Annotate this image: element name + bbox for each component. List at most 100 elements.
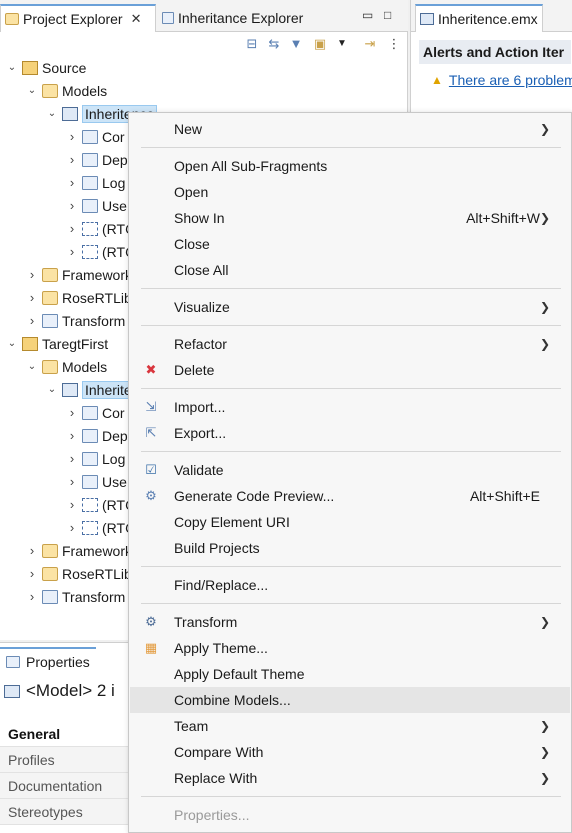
tab-project-explorer[interactable]: Project Explorer ✕ — [0, 4, 156, 32]
tree-item[interactable]: ⌄ TaregtFirst — [6, 332, 108, 355]
menu-item-generate-code-preview[interactable]: ⚙ Generate Code Preview... Alt+Shift+E — [130, 483, 570, 509]
submenu-arrow-icon: ❯ — [539, 300, 550, 314]
tree-item[interactable]: › Log — [66, 171, 126, 194]
chevron-down-icon[interactable]: ⌄ — [46, 108, 58, 119]
submenu-arrow-icon: ❯ — [539, 771, 550, 785]
menu-item-label: Close All — [174, 262, 229, 278]
alert-item: ▲ There are 6 problem — [431, 72, 572, 88]
menu-item-find-replace[interactable]: Find/Replace... — [130, 572, 570, 598]
problems-link[interactable]: There are 6 problem — [449, 72, 572, 88]
menu-item-apply-default-theme[interactable]: Apply Default Theme — [130, 661, 570, 687]
chevron-right-icon[interactable]: › — [26, 543, 38, 558]
tree-item[interactable]: ⌄ Source — [6, 56, 87, 79]
tree-item[interactable]: › Log — [66, 447, 126, 470]
menu-item-compare-with[interactable]: Compare With ❯ — [130, 739, 570, 765]
menu-separator — [141, 147, 561, 148]
tree-item[interactable]: › Dep — [66, 148, 128, 171]
menu-item-combine-models[interactable]: Combine Models... — [130, 687, 570, 713]
chevron-right-icon[interactable]: › — [66, 474, 78, 489]
tree-item[interactable]: › RoseRTLib — [26, 286, 132, 309]
menu-item-validate[interactable]: ☑ Validate — [130, 457, 570, 483]
props-tab-general[interactable]: General — [0, 721, 130, 747]
menu-item-export[interactable]: ⇱ Export... — [130, 420, 570, 446]
tab-inheritance-explorer[interactable]: Inheritance Explorer — [158, 4, 307, 32]
props-tab-profiles[interactable]: Profiles — [0, 747, 130, 773]
tree-item[interactable]: › (RTC — [66, 217, 135, 240]
menu-separator — [141, 566, 561, 567]
maximize-icon[interactable]: □ — [384, 8, 391, 22]
menu-item-import[interactable]: ⇲ Import... — [130, 394, 570, 420]
menu-item-copy-element-uri[interactable]: Copy Element URI — [130, 509, 570, 535]
menu-item-open[interactable]: Open — [130, 179, 570, 205]
menu-item-replace-with[interactable]: Replace With ❯ — [130, 765, 570, 791]
tree-item-label: TaregtFirst — [42, 335, 109, 352]
tree-item[interactable]: ⌄ Models — [26, 355, 107, 378]
menu-item-team[interactable]: Team ❯ — [130, 713, 570, 739]
more-icon[interactable]: ⋮ — [386, 36, 402, 52]
menu-item-show-in[interactable]: Show In Alt+Shift+W ❯ — [130, 205, 570, 231]
props-tab-stereotypes[interactable]: Stereotypes — [0, 799, 130, 825]
package-icon — [82, 405, 98, 420]
chevron-down-icon[interactable]: ⌄ — [26, 85, 38, 96]
tab-properties[interactable]: Properties — [0, 647, 96, 675]
tree-item[interactable]: › Transform — [26, 585, 125, 608]
tree-item[interactable]: › Transform — [26, 309, 125, 332]
chevron-right-icon[interactable]: › — [26, 566, 38, 581]
link-editor-icon[interactable]: ⇆ — [266, 36, 282, 52]
menu-item-apply-theme[interactable]: ▦ Apply Theme... — [130, 635, 570, 661]
chevron-right-icon[interactable]: › — [66, 405, 78, 420]
tab-inheritence-emx[interactable]: Inheritence.emx — [415, 4, 543, 32]
menu-item-new[interactable]: New ❯ — [130, 116, 570, 142]
chevron-right-icon[interactable]: › — [66, 451, 78, 466]
tree-item-label: Cor — [102, 128, 125, 145]
menu-item-refactor[interactable]: Refactor ❯ — [130, 331, 570, 357]
menu-item-close-all[interactable]: Close All — [130, 257, 570, 283]
chevron-down-icon[interactable]: ⌄ — [6, 338, 18, 349]
chevron-right-icon[interactable]: › — [26, 290, 38, 305]
chevron-right-icon[interactable]: › — [66, 428, 78, 443]
chevron-right-icon[interactable]: › — [66, 175, 78, 190]
menu-item-transform[interactable]: ⚙ Transform ❯ — [130, 609, 570, 635]
sync-icon[interactable]: ⇥ — [362, 36, 378, 52]
menu-item-open-all-sub-fragments[interactable]: Open All Sub-Fragments — [130, 153, 570, 179]
tree-item[interactable]: › Framework — [26, 539, 132, 562]
chevron-right-icon[interactable]: › — [26, 267, 38, 282]
chevron-down-icon[interactable]: ⌄ — [26, 361, 38, 372]
tree-item-label: Dep — [102, 427, 128, 444]
tree-item[interactable]: ⌄ Inherite — [46, 378, 135, 401]
chevron-right-icon[interactable]: › — [26, 589, 38, 604]
chevron-down-icon[interactable]: ⌄ — [6, 62, 18, 73]
minimize-icon[interactable]: ▭ — [362, 8, 373, 22]
tree-item[interactable]: › Cor — [66, 125, 125, 148]
chevron-right-icon[interactable]: › — [66, 497, 78, 512]
chevron-right-icon[interactable]: › — [66, 520, 78, 535]
filter-icon[interactable]: ▼ — [288, 36, 304, 52]
tree-item[interactable]: › Use — [66, 470, 127, 493]
menu-item-delete[interactable]: ✖ Delete — [130, 357, 570, 383]
context-menu: New ❯ Open All Sub-Fragments Open Show In Alt… — [128, 112, 572, 833]
props-tab-documentation[interactable]: Documentation — [0, 773, 130, 799]
menu-item-visualize[interactable]: Visualize ❯ — [130, 294, 570, 320]
tree-item[interactable]: › (RTC — [66, 240, 135, 263]
tree-item[interactable]: ⌄ Models — [26, 79, 107, 102]
chevron-right-icon[interactable]: › — [66, 129, 78, 144]
chevron-right-icon[interactable]: › — [26, 313, 38, 328]
chevron-right-icon[interactable]: › — [66, 244, 78, 259]
tree-item[interactable]: › Framework — [26, 263, 132, 286]
tree-item[interactable]: › (RTC — [66, 516, 135, 539]
collapse-all-icon[interactable]: ⊟ — [244, 36, 260, 52]
menu-item-build-projects[interactable]: Build Projects — [130, 535, 570, 561]
view-menu-icon[interactable]: ▼ — [334, 36, 350, 52]
tree-item[interactable]: › Dep — [66, 424, 128, 447]
tree-item[interactable]: › Cor — [66, 401, 125, 424]
chevron-down-icon[interactable]: ⌄ — [46, 384, 58, 395]
menu-item-close[interactable]: Close — [130, 231, 570, 257]
close-icon[interactable]: ✕ — [131, 11, 142, 27]
chevron-right-icon[interactable]: › — [66, 221, 78, 236]
new-folder-icon[interactable]: ▣ — [312, 36, 328, 52]
tree-item[interactable]: › (RTC — [66, 493, 135, 516]
chevron-right-icon[interactable]: › — [66, 198, 78, 213]
tree-item[interactable]: › RoseRTLib — [26, 562, 132, 585]
chevron-right-icon[interactable]: › — [66, 152, 78, 167]
tree-item[interactable]: › Use — [66, 194, 127, 217]
